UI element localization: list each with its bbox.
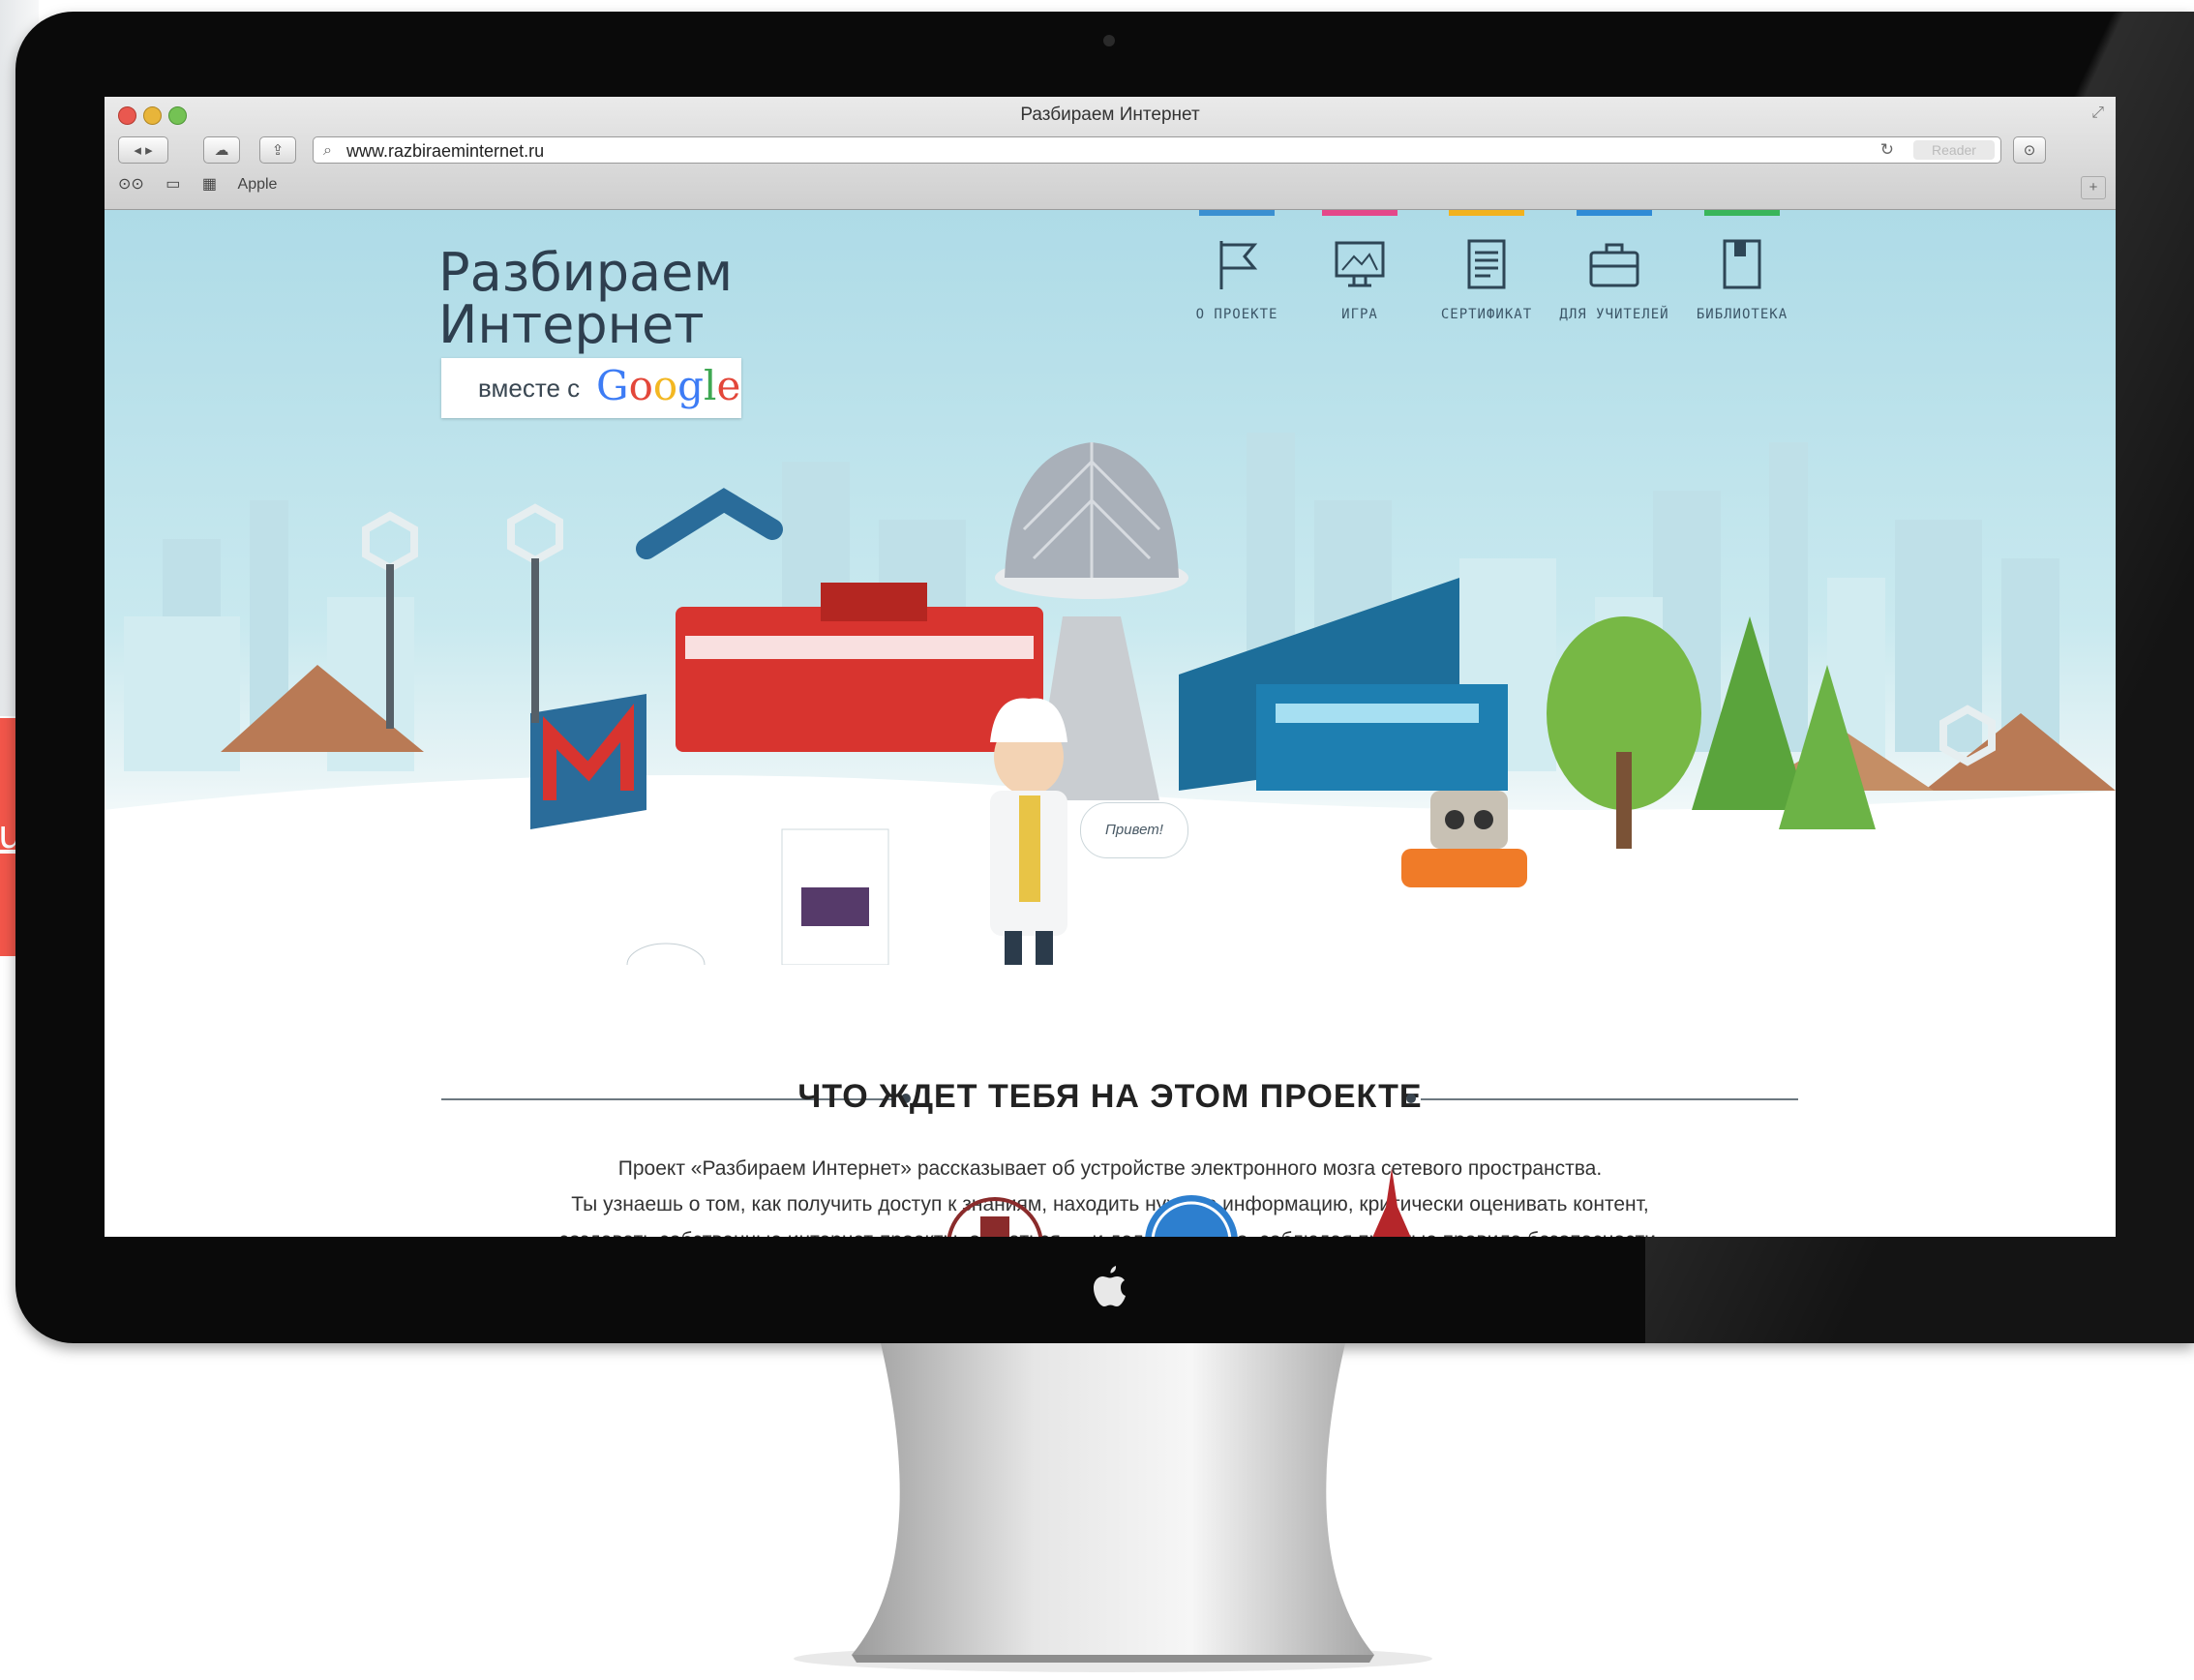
apple-logo-icon <box>1094 1266 1126 1306</box>
browser-window: Разбираем Интернет ⤢ ◂ ▸ ☁ ⇪ ⌕ www.razbi… <box>105 97 2116 1237</box>
web-page: Разбираем Интернет вместе с Google О ПРО… <box>105 210 2116 1237</box>
bookmarks-icon[interactable]: ▭ <box>165 176 180 193</box>
partner-logo-3 <box>1372 1168 1411 1237</box>
icloud-tabs-icon[interactable]: ☁ <box>203 136 240 164</box>
share-icon[interactable]: ⇪ <box>259 136 296 164</box>
hero-illustration: Разбираем Интернет вместе с Google О ПРО… <box>105 210 2116 965</box>
top-sites-icon[interactable]: ▦ <box>202 176 217 193</box>
divider-right <box>1421 1098 1798 1100</box>
site-logo[interactable]: Разбираем Интернет <box>438 247 733 351</box>
bookmarks-bar: ⊙⊙ ▭ ▦ Apple <box>118 174 294 201</box>
search-icon: ⌕ <box>323 142 332 159</box>
description-line: создавать собственные интернет-проекты, … <box>105 1222 2116 1237</box>
logo-line1: Разбираем <box>438 242 734 303</box>
nav-bar-certificate <box>1449 210 1524 216</box>
monitor-icon <box>1335 241 1385 287</box>
nav-label: ДЛЯ УЧИТЕЛЕЙ <box>1559 307 1669 322</box>
book-icon <box>1723 239 1761 289</box>
divider-dot-right <box>1406 1094 1416 1103</box>
reload-icon[interactable]: ↻ <box>1880 140 1894 160</box>
nav-label: СЕРТИФИКАТ <box>1440 307 1533 322</box>
briefcase-icon <box>1589 243 1639 287</box>
section-heading: ЧТО ЖДЕТ ТЕБЯ НА ЭТОМ ПРОЕКТЕ <box>105 1078 2116 1116</box>
nav-label: О ПРОЕКТЕ <box>1195 307 1278 322</box>
nav-item-about[interactable]: О ПРОЕКТЕ <box>1174 210 1300 345</box>
speech-bubble: Привет! <box>1080 802 1188 858</box>
nav-item-certificate[interactable]: СЕРТИФИКАТ <box>1424 210 1549 345</box>
document-icon <box>1467 239 1506 289</box>
back-forward-buttons[interactable]: ◂ ▸ <box>118 136 168 164</box>
downloads-icon[interactable]: ⊙ <box>2013 136 2046 164</box>
window-title: Разбираем Интернет <box>1020 105 1200 125</box>
address-bar[interactable]: ⌕ www.razbiraeminternet.ru ↻ Reader <box>313 136 2001 164</box>
bookmark-apple[interactable]: Apple <box>238 176 278 193</box>
nav-bar-about <box>1199 210 1275 216</box>
description-line: Ты узнаешь о том, как получить доступ к … <box>571 1193 1649 1215</box>
google-partner-badge: вместе с Google <box>441 358 741 418</box>
nav-bar-teachers <box>1577 210 1652 216</box>
reader-button[interactable]: Reader <box>1913 140 1995 160</box>
camera-dot <box>1103 35 1115 46</box>
nav-bar-library <box>1704 210 1780 216</box>
badge-with-text: вместе с <box>478 374 581 403</box>
browser-toolbar: Разбираем Интернет ⤢ ◂ ▸ ☁ ⇪ ⌕ www.razbi… <box>105 97 2116 210</box>
monitor-stand <box>794 1343 1432 1672</box>
nav-item-game[interactable]: ИГРА <box>1297 210 1423 345</box>
url-text: www.razbiraeminternet.ru <box>346 141 545 161</box>
partner-logo-1 <box>947 1197 1043 1237</box>
logo-line2: Интернет <box>438 294 705 355</box>
nav-label: ИГРА <box>1341 307 1378 322</box>
google-logo: Google <box>596 362 741 409</box>
nav-item-library[interactable]: БИБЛИОТЕКА <box>1679 210 1805 345</box>
nav-bar-game <box>1322 210 1398 216</box>
nav-item-teachers[interactable]: ДЛЯ УЧИТЕЛЕЙ <box>1551 210 1677 345</box>
fullscreen-icon[interactable]: ⤢ <box>2091 105 2104 122</box>
description-line: Проект «Разбираем Интернет» рассказывает… <box>617 1157 1603 1180</box>
section-title: ЧТО ЖДЕТ ТЕБЯ НА ЭТОМ ПРОЕКТЕ <box>797 1078 1423 1115</box>
flag-icon <box>1219 241 1258 289</box>
reading-list-icon[interactable]: ⊙⊙ <box>118 176 144 193</box>
partner-logo-2 <box>1145 1195 1238 1237</box>
nav-label: БИБЛИОТЕКА <box>1696 307 1788 322</box>
project-description: Проект «Разбираем Интернет» рассказывает… <box>105 1151 2116 1237</box>
new-tab-button[interactable]: + <box>2081 176 2106 199</box>
